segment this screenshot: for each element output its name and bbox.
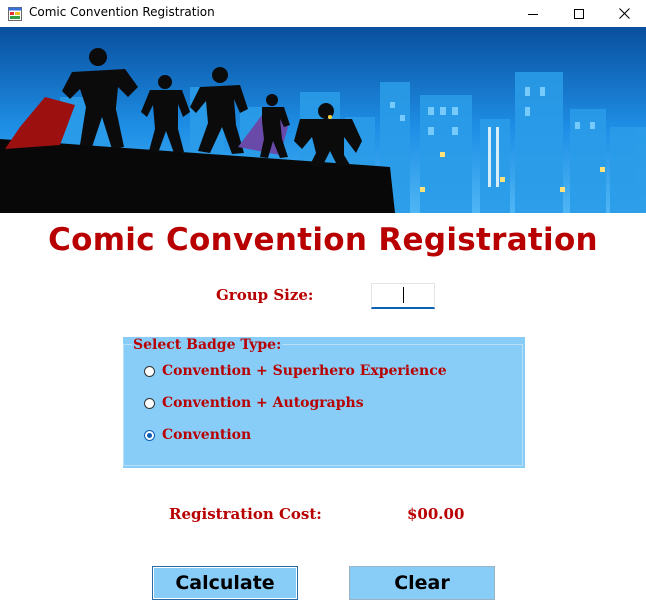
minimize-icon bbox=[528, 13, 538, 15]
maximize-icon bbox=[574, 8, 584, 19]
app-form-icon bbox=[8, 6, 22, 21]
radio-convention[interactable]: Convention bbox=[144, 425, 251, 445]
close-icon bbox=[618, 8, 630, 19]
registration-cost-value: $00.00 bbox=[407, 505, 465, 523]
radio-label: Convention + Autographs bbox=[162, 395, 364, 411]
close-button[interactable] bbox=[602, 0, 646, 27]
registration-cost-label: Registration Cost: bbox=[169, 505, 322, 523]
banner-image bbox=[0, 27, 646, 213]
radio-label: Convention bbox=[162, 427, 252, 443]
title-bar: Comic Convention Registration bbox=[0, 0, 646, 27]
badge-type-label: Select Badge Type: bbox=[132, 337, 283, 353]
clear-button[interactable]: Clear bbox=[349, 566, 495, 600]
maximize-button[interactable] bbox=[556, 0, 602, 27]
radio-superhero-experience[interactable]: Convention + Superhero Experience bbox=[144, 361, 447, 381]
minimize-button[interactable] bbox=[510, 0, 556, 27]
radio-autographs[interactable]: Convention + Autographs bbox=[144, 393, 364, 413]
window-title: Comic Convention Registration bbox=[29, 5, 215, 19]
calculate-button[interactable]: Calculate bbox=[152, 566, 298, 600]
badge-type-groupbox: Select Badge Type: Convention + Superher… bbox=[123, 337, 525, 468]
radio-label: Convention + Superhero Experience bbox=[162, 363, 447, 379]
text-caret bbox=[403, 287, 404, 303]
radio-button-icon[interactable] bbox=[144, 397, 155, 409]
radio-button-checked-icon[interactable] bbox=[144, 429, 155, 441]
radio-button-icon[interactable] bbox=[144, 365, 155, 377]
group-size-label: Group Size: bbox=[216, 286, 314, 304]
page-title: Comic Convention Registration bbox=[48, 222, 598, 258]
